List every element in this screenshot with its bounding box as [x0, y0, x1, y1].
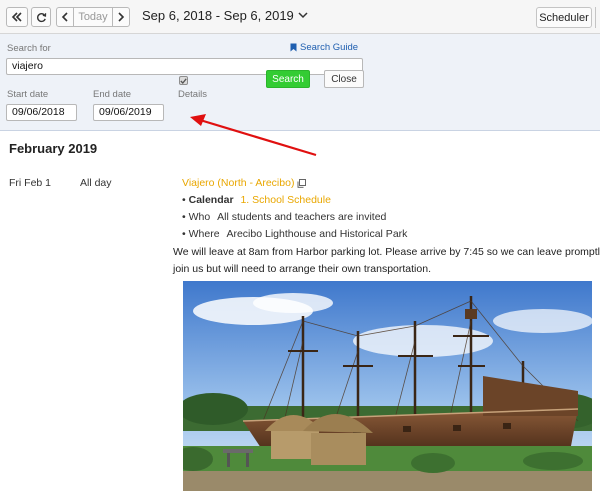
search-for-label: Search for — [7, 43, 51, 54]
chevron-left-icon — [61, 12, 68, 22]
event-description-line1: We will leave at 8am from Harbor parking… — [173, 246, 600, 258]
search-guide-link[interactable]: Search Guide — [290, 42, 358, 53]
refresh-icon — [36, 12, 46, 22]
start-date-field[interactable]: 09/06/2018 — [6, 104, 77, 121]
event-time: All day — [80, 177, 112, 189]
who-label: Who — [188, 211, 211, 223]
date-range-dropdown[interactable]: Sep 6, 2018 - Sep 6, 2019 — [142, 8, 308, 23]
prev-button[interactable] — [56, 7, 74, 27]
event-title-link[interactable]: Viajero (North - Arecibo) — [182, 177, 307, 189]
bullet: • — [182, 228, 186, 240]
where-value: Arecibo Lighthouse and Historical Park — [226, 228, 408, 240]
bullet: • — [182, 194, 186, 206]
chevron-right-icon — [118, 12, 125, 22]
search-button[interactable]: Search — [266, 70, 310, 88]
search-panel: Search for Search Guide viajero Start da… — [0, 34, 600, 131]
bookmark-icon — [290, 43, 297, 52]
chevron-down-icon — [298, 12, 308, 19]
back-button[interactable] — [6, 7, 28, 27]
start-date-label: Start date — [7, 89, 49, 100]
calendar-label: Calendar — [188, 194, 234, 206]
event-who-row: • Who All students and teachers are invi… — [182, 211, 386, 223]
search-guide-label: Search Guide — [300, 42, 359, 53]
bullet: • — [182, 211, 186, 223]
calendar-value-link[interactable]: 1. School Schedule — [240, 194, 330, 206]
scheduler-button[interactable]: Scheduler — [536, 7, 592, 28]
date-range-label: Sep 6, 2018 - Sep 6, 2019 — [142, 8, 294, 23]
who-value: All students and teachers are invited — [217, 211, 387, 223]
event-title: Viajero (North - Arecibo) — [182, 177, 295, 189]
where-label: Where — [188, 228, 220, 240]
next-button[interactable] — [112, 7, 130, 27]
end-date-label: End date — [93, 89, 132, 100]
event-where-row: • Where Arecibo Lighthouse and Historica… — [182, 228, 407, 240]
double-chevron-left-icon — [11, 12, 22, 22]
details-label: Details — [178, 89, 208, 100]
event-date: Fri Feb 1 — [9, 177, 52, 189]
details-checkbox[interactable] — [179, 76, 188, 85]
toolbar-edge-button[interactable] — [595, 7, 600, 28]
toolbar: Today Sep 6, 2018 - Sep 6, 2019 Schedule… — [0, 0, 600, 34]
event-calendar-row: • Calendar 1. School Schedule — [182, 194, 331, 206]
end-date-field[interactable]: 09/06/2019 — [93, 104, 164, 121]
copy-icon — [297, 178, 307, 188]
event-description-line2: join us but will need to arrange their o… — [173, 263, 431, 275]
refresh-button[interactable] — [31, 7, 51, 27]
event-photo — [183, 281, 592, 491]
checkmark-icon — [180, 77, 187, 84]
close-button[interactable]: Close — [324, 70, 364, 88]
today-button[interactable]: Today — [73, 7, 113, 27]
month-heading: February 2019 — [9, 141, 98, 156]
